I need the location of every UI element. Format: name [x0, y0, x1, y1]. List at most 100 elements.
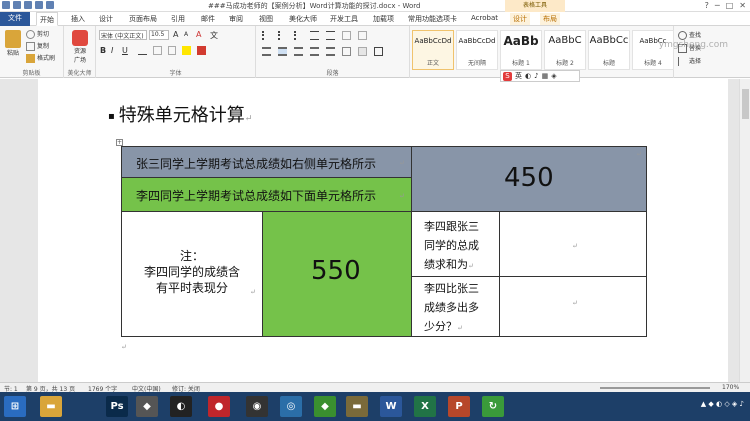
cell-diff-question[interactable]: 李四比张三 成绩多出多 少分？↵	[411, 276, 500, 337]
resource-plaza-button[interactable]: 资源 广场	[68, 30, 92, 64]
zoom-level[interactable]: 170%	[722, 384, 739, 391]
font-name-select[interactable]: 宋体 (中文正文)	[99, 30, 147, 40]
distributed-icon[interactable]	[326, 47, 335, 56]
browser-icon[interactable]: ◎	[280, 396, 302, 417]
italic-button[interactable]: I	[111, 46, 113, 55]
format-painter-button[interactable]: 格式刷	[26, 53, 55, 63]
table-move-handle-icon[interactable]: +	[116, 139, 123, 146]
save-icon[interactable]	[2, 1, 10, 9]
powerpoint-icon[interactable]: P	[448, 396, 470, 417]
sort-icon[interactable]	[342, 31, 351, 40]
shrink-font-button[interactable]: A	[184, 31, 188, 38]
phonetic-guide-button[interactable]: 文	[210, 30, 218, 41]
tab-acrobat[interactable]: Acrobat	[468, 13, 501, 23]
align-right-icon[interactable]	[294, 47, 303, 56]
copy-button[interactable]: 复制	[26, 41, 49, 51]
multilevel-list-icon[interactable]	[294, 31, 303, 40]
find-button[interactable]: 查找	[678, 30, 701, 40]
cell-value-550[interactable]: 550	[262, 211, 412, 337]
style-no-spacing[interactable]: AaBbCcDd 无间隔	[456, 30, 498, 70]
highlight-icon[interactable]	[182, 46, 192, 55]
clear-format-button[interactable]: A	[196, 30, 201, 39]
qq-icon[interactable]: ◐	[170, 396, 192, 417]
close-button[interactable]: ✕	[739, 1, 746, 10]
quick-access-toolbar[interactable]	[2, 1, 54, 9]
folder2-icon[interactable]: ▬	[346, 396, 368, 417]
tab-file[interactable]: 文件	[0, 12, 30, 26]
underline-button[interactable]: U	[122, 46, 128, 55]
help-button[interactable]: ?	[705, 1, 709, 10]
cell-sum-question[interactable]: 李四跟张三 同学的总成 绩求和为↵	[411, 211, 500, 277]
align-left-icon[interactable]	[262, 47, 271, 56]
tab-design[interactable]: 设计	[96, 13, 116, 25]
style-heading-2[interactable]: AaBbC 标题 2	[544, 30, 586, 70]
word-icon[interactable]: W	[380, 396, 402, 417]
photoshop-icon[interactable]: Ps	[106, 396, 128, 417]
ime-mic-icon[interactable]: ♪	[534, 72, 538, 80]
line-spacing-icon[interactable]	[342, 47, 351, 56]
paste-button[interactable]: 粘贴	[3, 30, 23, 57]
numbering-icon[interactable]	[278, 31, 287, 40]
maximize-button[interactable]: □	[726, 1, 734, 10]
tab-beautify[interactable]: 美化大师	[286, 13, 320, 25]
tab-addins[interactable]: 加载项	[370, 13, 397, 25]
window-controls[interactable]: ? ─ □ ✕	[705, 1, 746, 10]
borders-icon[interactable]	[374, 47, 383, 56]
print-icon[interactable]	[35, 1, 43, 9]
cell-zhangsan-desc[interactable]: 张三同学上学期考试总成绩如右侧单元格所示 ↵	[121, 146, 412, 178]
ime-punctuation-icon[interactable]: ◐	[525, 72, 531, 80]
show-marks-icon[interactable]	[358, 31, 367, 40]
tab-references[interactable]: 引用	[168, 13, 188, 25]
subscript-icon[interactable]	[152, 46, 162, 55]
tab-common-features[interactable]: 常用功能选项卡	[405, 13, 460, 25]
scrollbar-thumb[interactable]	[742, 89, 749, 119]
ime-keyboard-icon[interactable]: ▦	[542, 72, 549, 80]
excel-icon[interactable]: X	[414, 396, 436, 417]
tab-mailings[interactable]: 邮件	[198, 13, 218, 25]
camera-icon[interactable]: ◉	[246, 396, 268, 417]
tab-home[interactable]: 开始	[36, 12, 58, 26]
tab-insert[interactable]: 插入	[68, 13, 88, 25]
tab-page-layout[interactable]: 页面布局	[126, 13, 160, 25]
vertical-scrollbar[interactable]	[739, 79, 750, 382]
align-center-icon[interactable]	[278, 47, 287, 56]
cut-button[interactable]: 剪切	[26, 29, 49, 39]
redo-icon[interactable]	[24, 1, 32, 9]
bold-button[interactable]: B	[100, 46, 106, 55]
tab-review[interactable]: 审阅	[226, 13, 246, 25]
shading-icon[interactable]	[358, 47, 367, 56]
app-icon[interactable]: ◆	[136, 396, 158, 417]
superscript-icon[interactable]	[167, 46, 177, 55]
bullets-icon[interactable]	[262, 31, 271, 40]
increase-indent-icon[interactable]	[326, 31, 335, 40]
tab-table-layout[interactable]: 布局	[540, 13, 560, 25]
ime-toolbar[interactable]: S 英 ◐ ♪ ▦ ◈	[500, 70, 580, 82]
style-normal[interactable]: AaBbCcDd 正文	[412, 30, 454, 70]
justify-icon[interactable]	[310, 47, 319, 56]
recorder-icon[interactable]: ●	[208, 396, 230, 417]
refresh-icon[interactable]: ↻	[482, 396, 504, 417]
tab-table-design[interactable]: 设计	[510, 13, 530, 25]
green-app-icon[interactable]: ◆	[314, 396, 336, 417]
undo-icon[interactable]	[13, 1, 21, 9]
cell-value-450[interactable]: 450 ↵	[411, 146, 647, 212]
style-heading-4[interactable]: AaBbCc 标题 4	[632, 30, 674, 70]
font-color-icon[interactable]	[197, 46, 206, 55]
select-button[interactable]: 选择	[678, 56, 701, 66]
cell-lisi-desc[interactable]: 李四同学上学期考试总成绩如下面单元格所示 ↵	[121, 177, 412, 212]
ime-skin-icon[interactable]: ◈	[551, 72, 556, 80]
style-title[interactable]: AaBbCc 标题	[588, 30, 630, 70]
system-tray[interactable]: ▲ ◆ ◐ ◇ ◈ ♪	[701, 400, 744, 408]
font-size-select[interactable]: 10.5	[149, 30, 169, 40]
tab-developer[interactable]: 开发工具	[327, 13, 361, 25]
minimize-button[interactable]: ─	[715, 1, 720, 10]
folder-icon[interactable]: ▬	[40, 396, 62, 417]
zoom-slider[interactable]	[600, 387, 710, 389]
decrease-indent-icon[interactable]	[310, 31, 319, 40]
grow-font-button[interactable]: A	[173, 30, 178, 39]
style-heading-1[interactable]: AaBb 标题 1	[500, 30, 542, 70]
cell-note[interactable]: 注： 李四同学的成绩含 有平时表现分 ↵	[121, 211, 263, 337]
cell-diff-answer[interactable]: ↵	[499, 276, 647, 337]
open-icon[interactable]	[46, 1, 54, 9]
ime-language[interactable]: 英	[515, 71, 522, 81]
